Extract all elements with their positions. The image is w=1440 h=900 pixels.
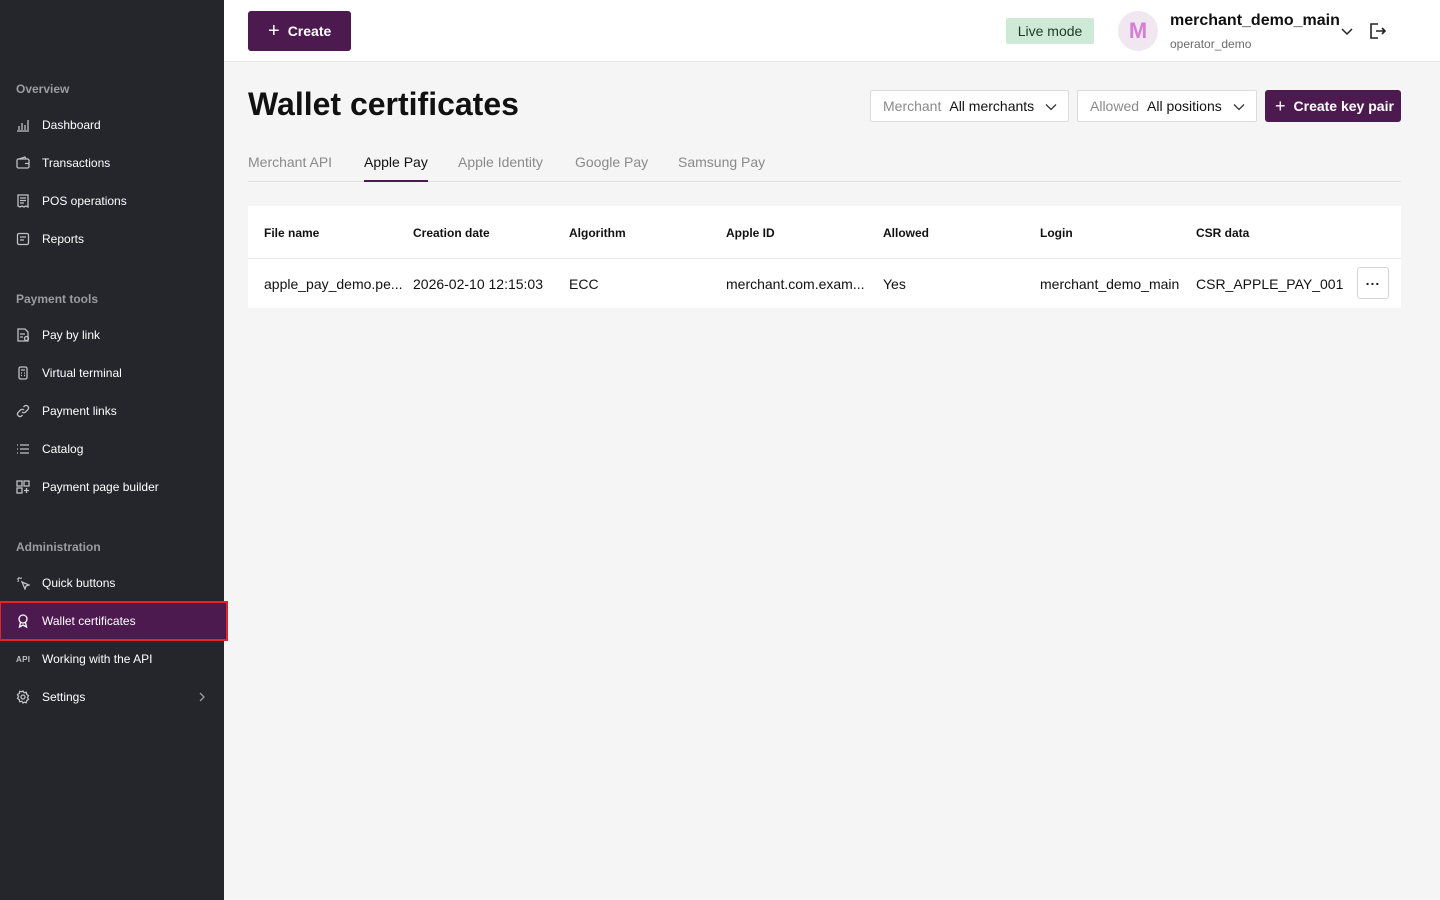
sidebar-item-transactions[interactable]: Transactions [0, 144, 224, 182]
sidebar-item-label: Settings [42, 690, 86, 704]
live-mode-badge[interactable]: Live mode [1006, 18, 1094, 44]
sidebar-item-working-with-api[interactable]: API Working with the API [0, 640, 224, 678]
invoice-icon [16, 328, 30, 342]
sidebar-section-administration: Administration [16, 540, 101, 554]
sidebar-item-label: Dashboard [42, 118, 101, 132]
sidebar-item-pos-operations[interactable]: POS operations [0, 182, 224, 220]
sidebar-section-overview: Overview [16, 82, 70, 96]
tab-google-pay[interactable]: Google Pay [575, 154, 648, 182]
cell-csr-data: CSR_APPLE_PAY_001 [1196, 276, 1344, 292]
allowed-filter-label: Allowed [1090, 98, 1140, 114]
table-row[interactable]: apple_pay_demo.pe... 2026-02-10 12:15:03… [248, 259, 1401, 308]
cell-allowed: Yes [883, 276, 906, 292]
sidebar-item-label: Virtual terminal [42, 366, 122, 380]
cell-file-name: apple_pay_demo.pe... [264, 276, 403, 292]
allowed-filter-value: All positions [1147, 98, 1222, 114]
sidebar-item-payment-page-builder[interactable]: Payment page builder [0, 468, 224, 506]
column-header-algorithm[interactable]: Algorithm [569, 226, 626, 240]
column-header-file-name[interactable]: File name [264, 226, 319, 240]
tab-merchant-api[interactable]: Merchant API [248, 154, 332, 182]
gear-icon [16, 690, 30, 704]
cell-apple-id: merchant.com.exam... [726, 276, 865, 292]
sidebar-item-pay-by-link[interactable]: Pay by link [0, 316, 224, 354]
chart-bars-icon [16, 118, 30, 132]
sidebar-item-label: Working with the API [42, 652, 153, 666]
account-user: operator_demo [1170, 37, 1252, 51]
tab-apple-identity[interactable]: Apple Identity [458, 154, 543, 182]
plus-icon: + [1275, 96, 1286, 116]
column-header-allowed[interactable]: Allowed [883, 226, 929, 240]
sidebar-section-payment-tools: Payment tools [16, 292, 99, 306]
top-bar: + Create Live mode M merchant_demo_main … [224, 0, 1440, 62]
create-button-label: Create [287, 23, 332, 39]
sidebar-item-catalog[interactable]: Catalog [0, 430, 224, 468]
create-key-pair-label: Create key pair [1293, 98, 1394, 114]
terminal-icon [16, 366, 30, 380]
sidebar-item-reports[interactable]: Reports [0, 220, 224, 258]
plus-icon: + [268, 20, 280, 42]
sidebar-item-label: Payment page builder [42, 480, 159, 494]
wallet-icon [16, 156, 30, 170]
sidebar-item-payment-links[interactable]: Payment links [0, 392, 224, 430]
create-key-pair-button[interactable]: + Create key pair [1265, 90, 1401, 122]
merchant-filter-value: All merchants [949, 98, 1035, 114]
sidebar-item-quick-buttons[interactable]: Quick buttons [0, 564, 224, 602]
sidebar-item-wallet-certificates[interactable]: Wallet certificates [0, 601, 228, 641]
cell-algorithm: ECC [569, 276, 599, 292]
sidebar-item-label: Wallet certificates [42, 614, 136, 628]
list-icon [16, 442, 30, 456]
allowed-filter[interactable]: Allowed All positions [1077, 90, 1257, 122]
page-title: Wallet certificates [248, 86, 519, 122]
chevron-right-icon [199, 692, 205, 702]
receipt-icon [16, 194, 30, 208]
sidebar-item-label: Pay by link [42, 328, 101, 342]
sidebar-item-settings[interactable]: Settings [0, 678, 224, 716]
avatar[interactable]: M [1118, 11, 1158, 51]
sidebar-item-label: Catalog [42, 442, 84, 456]
sidebar-item-label: Transactions [42, 156, 111, 170]
sidebar-item-label: POS operations [42, 194, 127, 208]
sidebar-item-virtual-terminal[interactable]: Virtual terminal [0, 354, 224, 392]
sidebar: Overview Dashboard Transactions POS oper… [0, 0, 228, 900]
wallet-tabs: Merchant API Apple Pay Apple Identity Go… [248, 150, 1401, 182]
logout-icon[interactable] [1368, 22, 1386, 40]
merchant-filter-label: Merchant [883, 98, 942, 114]
create-button[interactable]: + Create [248, 11, 351, 51]
cell-creation-date: 2026-02-10 12:15:03 [413, 276, 543, 292]
chevron-down-icon [1233, 104, 1245, 111]
column-header-login[interactable]: Login [1040, 226, 1073, 240]
cell-login: merchant_demo_main [1040, 276, 1180, 292]
more-dots-icon: ... [1365, 272, 1381, 288]
sidebar-item-label: Reports [42, 232, 85, 246]
document-icon [16, 232, 30, 246]
row-more-button[interactable]: ... [1357, 267, 1389, 299]
table-header: File name Creation date Algorithm Apple … [248, 206, 1401, 259]
sidebar-item-dashboard[interactable]: Dashboard [0, 106, 224, 144]
tab-apple-pay[interactable]: Apple Pay [364, 154, 428, 182]
account-name[interactable]: merchant_demo_main [1170, 12, 1340, 30]
grid-plus-icon [16, 480, 30, 494]
column-header-csr-data[interactable]: CSR data [1196, 226, 1249, 240]
column-header-apple-id[interactable]: Apple ID [726, 226, 775, 240]
sidebar-item-label: Quick buttons [42, 576, 116, 590]
column-header-creation-date[interactable]: Creation date [413, 226, 490, 240]
chevron-down-icon[interactable] [1340, 24, 1354, 38]
award-icon [16, 614, 30, 628]
api-icon: API [16, 654, 31, 664]
tab-samsung-pay[interactable]: Samsung Pay [678, 154, 765, 182]
certificates-table: File name Creation date Algorithm Apple … [248, 206, 1401, 308]
chevron-down-icon [1045, 104, 1057, 111]
link-icon [16, 404, 30, 418]
merchant-filter[interactable]: Merchant All merchants [870, 90, 1069, 122]
sidebar-item-label: Payment links [42, 404, 117, 418]
click-icon [16, 576, 30, 590]
